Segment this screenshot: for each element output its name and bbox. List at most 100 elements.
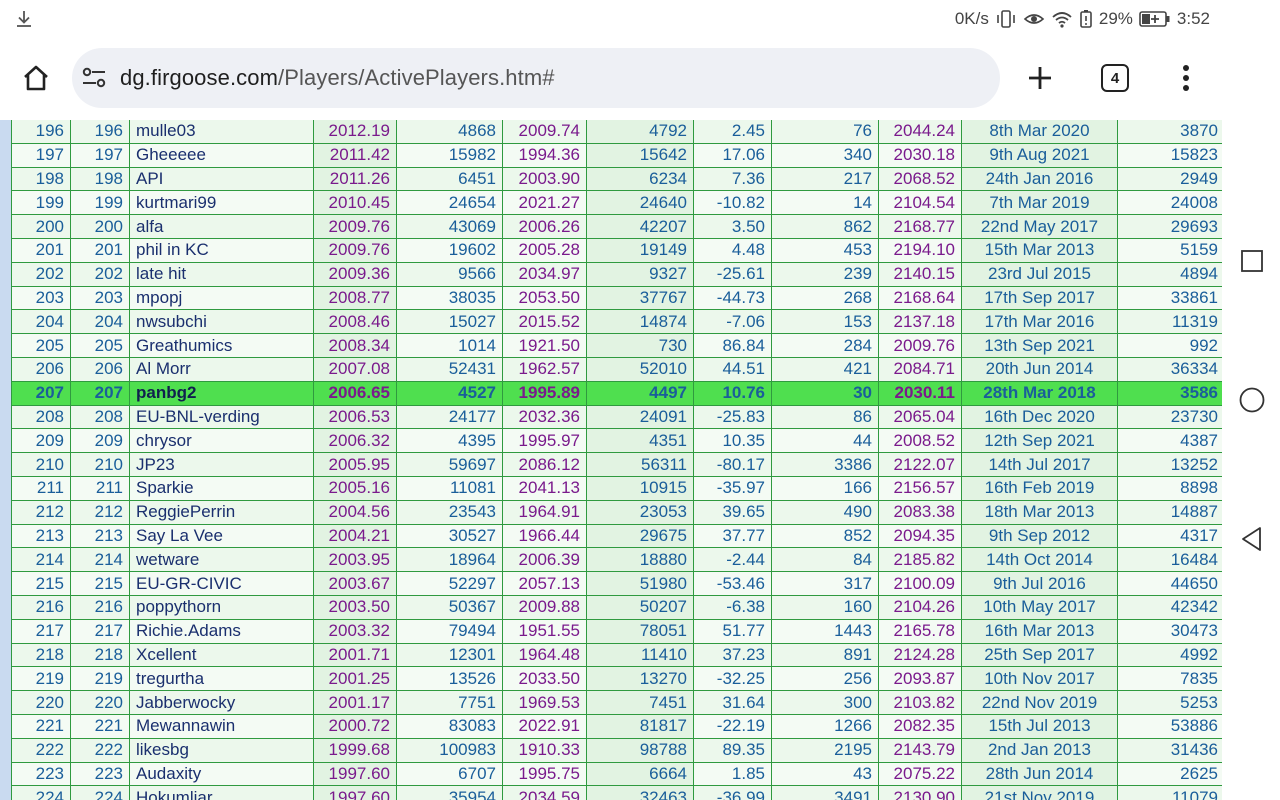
games-cell: 2195	[771, 737, 879, 763]
peak-date-cell: 17th Sep 2017	[961, 285, 1118, 311]
tab-switcher-button[interactable]: 4	[1094, 58, 1136, 98]
player-name-link[interactable]: nwsubchi	[129, 309, 314, 335]
rating-cell: 1997.60	[313, 785, 397, 800]
player-name-link[interactable]: kurtmari99	[129, 190, 314, 216]
rating-cell: 2003.95	[313, 547, 397, 573]
games-cell: 490	[771, 499, 879, 525]
experience-cell: 19602	[396, 237, 503, 263]
player-name-link[interactable]: JP23	[129, 452, 314, 477]
system-home-button[interactable]	[1237, 385, 1267, 415]
player-name-link[interactable]: Greathumics	[129, 333, 314, 358]
rank-alt-cell: 209	[70, 428, 130, 454]
peak-date-cell: 17th Mar 2016	[961, 309, 1118, 335]
system-back-button[interactable]	[1237, 524, 1267, 554]
experience-b-cell: 6664	[586, 761, 694, 787]
player-name-link[interactable]: late hit	[129, 261, 314, 287]
rating-b-cell: 1962.57	[502, 356, 587, 382]
rank-cell: 221	[11, 713, 71, 739]
rating-cell: 2012.19	[313, 120, 397, 144]
rating-diff-cell: -10.82	[693, 190, 772, 216]
experience-b-cell: 18880	[586, 547, 694, 573]
browser-menu-button[interactable]	[1166, 58, 1206, 98]
player-name-link[interactable]: phil in KC	[129, 237, 314, 263]
table-row: 216 216 poppythorn 2003.50 50367 2009.88 50207…	[11, 594, 1222, 620]
table-row: 201 201 phil in KC 2009.76 19602 2005.28 19149…	[11, 237, 1222, 263]
table-row: 221 221 Mewannawin 2000.72 83083 2022.91 81817…	[11, 713, 1222, 739]
player-name-link[interactable]: wetware	[129, 547, 314, 573]
recents-button[interactable]	[1237, 246, 1267, 276]
games-cell: 891	[771, 642, 879, 668]
player-name-link[interactable]: Say La Vee	[129, 523, 314, 549]
url-host: dg.firgoose.com	[120, 65, 279, 90]
experience-b-cell: 4351	[586, 428, 694, 454]
experience-cell: 35954	[396, 785, 503, 800]
last-cell: 7835	[1117, 666, 1222, 692]
rank-alt-cell: 210	[70, 452, 130, 477]
player-name-link[interactable]: Gheeeee	[129, 142, 314, 168]
rating-cell: 2009.76	[313, 237, 397, 263]
player-name-link[interactable]: Mewannawin	[129, 713, 314, 739]
experience-cell: 30527	[396, 523, 503, 549]
last-cell: 36334	[1117, 356, 1222, 382]
player-name-link[interactable]: EU-GR-CIVIC	[129, 571, 314, 596]
player-name-link[interactable]: likesbg	[129, 737, 314, 763]
home-button[interactable]	[16, 58, 56, 98]
player-name-link[interactable]: mulle03	[129, 120, 314, 144]
last-cell: 42342	[1117, 594, 1222, 620]
player-name-link[interactable]: Sparkie	[129, 475, 314, 501]
peak-rating-cell: 2103.82	[878, 690, 962, 715]
rating-diff-cell: -7.06	[693, 309, 772, 335]
player-name-link[interactable]: Audaxity	[129, 761, 314, 787]
player-name-link[interactable]: chrysor	[129, 428, 314, 454]
rank-alt-cell: 218	[70, 642, 130, 668]
rating-diff-cell: 51.77	[693, 618, 772, 644]
rating-cell: 2000.72	[313, 713, 397, 739]
player-name-link[interactable]: panbg2	[129, 380, 314, 406]
rating-b-cell: 2006.39	[502, 547, 587, 573]
rank-cell: 218	[11, 642, 71, 668]
peak-rating-cell: 2030.18	[878, 142, 962, 168]
last-cell: 30473	[1117, 618, 1222, 644]
player-name-link[interactable]: tregurtha	[129, 666, 314, 692]
experience-cell: 1014	[396, 333, 503, 358]
table-row: 223 223 Audaxity 1997.60 6707 1995.75 6664 1.85…	[11, 761, 1222, 787]
player-name-link[interactable]: EU-BNL-verding	[129, 404, 314, 430]
player-name-link[interactable]: API	[129, 166, 314, 192]
player-name-link[interactable]: mpopj	[129, 285, 314, 311]
peak-date-cell: 18th Mar 2013	[961, 499, 1118, 525]
url-text[interactable]: dg.firgoose.com/Players/ActivePlayers.ht…	[120, 65, 555, 91]
new-tab-button[interactable]	[1020, 58, 1060, 98]
page-content[interactable]: 196 196 mulle03 2012.19 4868 2009.74 4792 2.45 7…	[0, 120, 1222, 800]
address-bar[interactable]: dg.firgoose.com/Players/ActivePlayers.ht…	[72, 48, 1000, 108]
rank-cell: 197	[11, 142, 71, 168]
peak-date-cell: 23rd Jul 2015	[961, 261, 1118, 287]
player-name-link[interactable]: Al Morr	[129, 356, 314, 382]
player-name-link[interactable]: Jabberwocky	[129, 690, 314, 715]
peak-date-cell: 16th Feb 2019	[961, 475, 1118, 501]
peak-date-cell: 16th Dec 2020	[961, 404, 1118, 430]
peak-date-cell: 24th Jan 2016	[961, 166, 1118, 192]
peak-rating-cell: 2140.15	[878, 261, 962, 287]
battery-saver-icon	[1080, 10, 1092, 28]
eye-icon	[1023, 14, 1045, 24]
last-cell: 992	[1117, 333, 1222, 358]
experience-cell: 11081	[396, 475, 503, 501]
rank-cell: 204	[11, 309, 71, 335]
player-name-link[interactable]: poppythorn	[129, 594, 314, 620]
table-row: 213 213 Say La Vee 2004.21 30527 1966.44 29675…	[11, 523, 1222, 549]
status-indicators: 0K/s 29% 3:52	[955, 0, 1210, 38]
player-name-link[interactable]: alfa	[129, 214, 314, 239]
player-name-link[interactable]: ReggiePerrin	[129, 499, 314, 525]
experience-cell: 79494	[396, 618, 503, 644]
player-name-link[interactable]: Xcellent	[129, 642, 314, 668]
download-icon	[17, 11, 31, 27]
games-cell: 300	[771, 690, 879, 715]
rank-cell: 206	[11, 356, 71, 382]
last-cell: 24008	[1117, 190, 1222, 216]
last-cell: 14887	[1117, 499, 1222, 525]
player-name-link[interactable]: Richie.Adams	[129, 618, 314, 644]
player-name-link[interactable]: Hokumliar	[129, 785, 314, 800]
site-settings-icon[interactable]	[80, 64, 108, 92]
rank-alt-cell: 203	[70, 285, 130, 311]
rank-cell: 208	[11, 404, 71, 430]
